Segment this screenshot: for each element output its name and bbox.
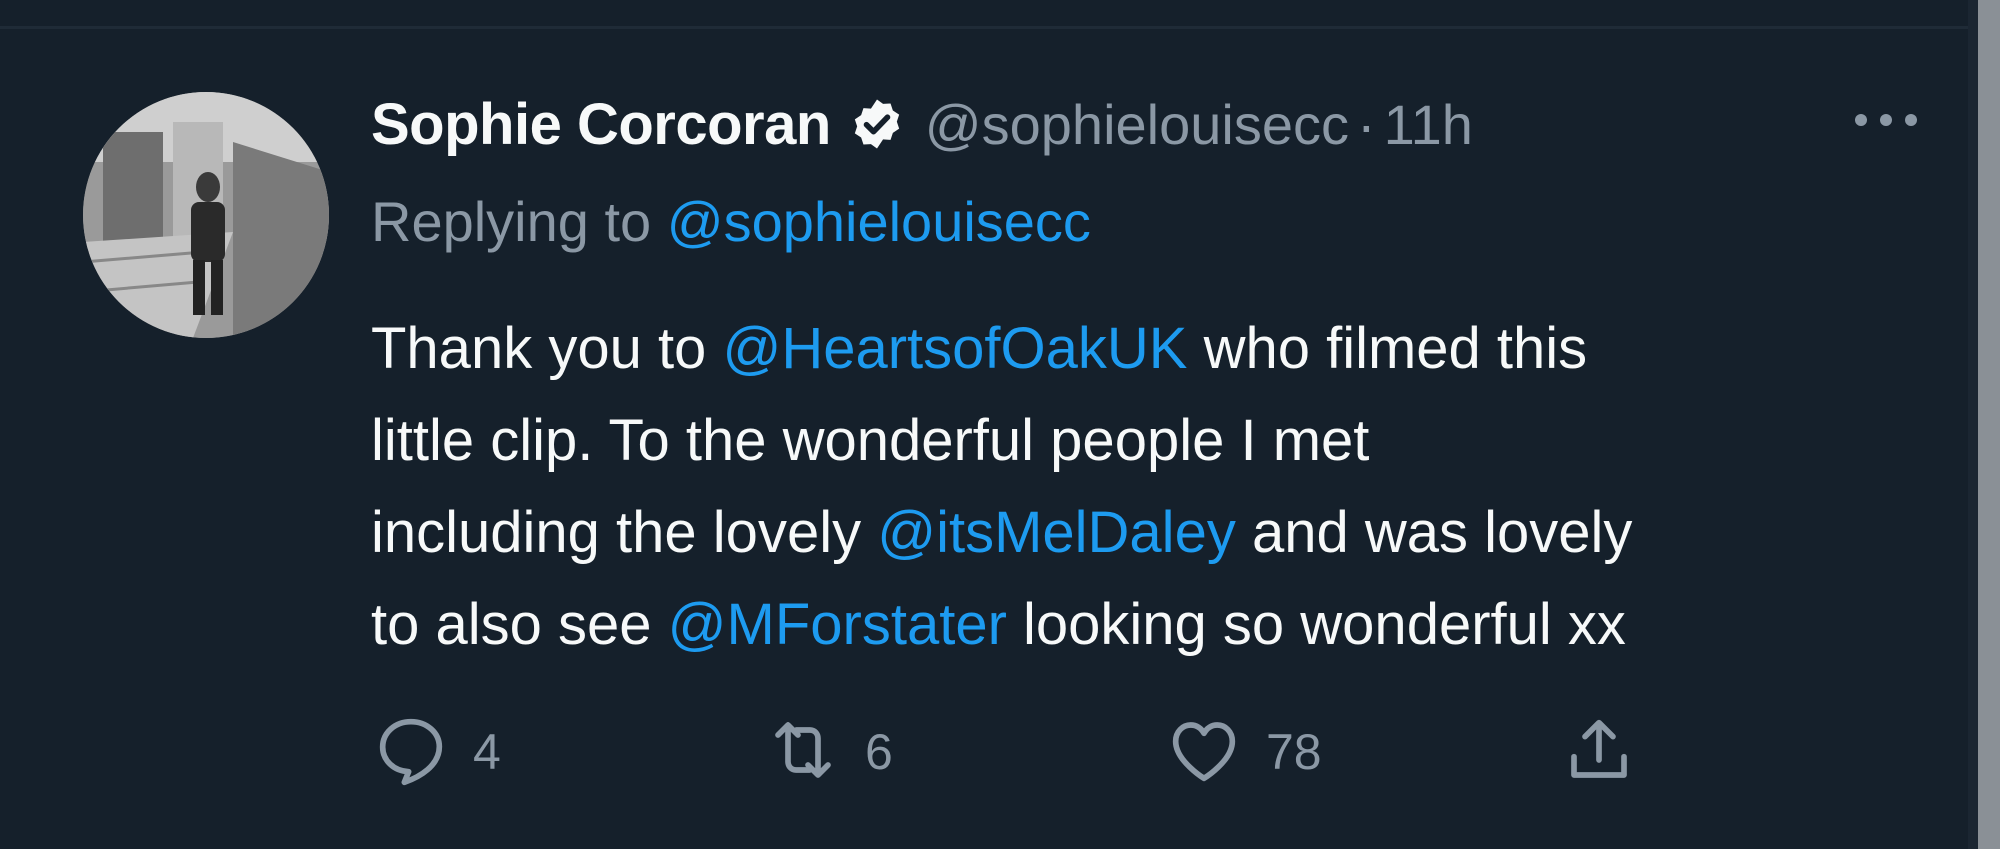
- tweet-text-line: Thank you to @HeartsofOakUK who filmed t…: [371, 303, 1931, 395]
- share-button[interactable]: [1559, 712, 1639, 792]
- like-button[interactable]: 78: [1164, 712, 1322, 792]
- text-segment: and was lovely: [1235, 500, 1633, 565]
- more-options-icon[interactable]: [1831, 85, 1941, 155]
- scrollbar[interactable]: [1978, 0, 2000, 849]
- tweet-header: Sophie Corcoran @sophielouisecc · 11h: [371, 89, 1473, 159]
- author-name[interactable]: Sophie Corcoran: [371, 91, 831, 158]
- scroll-track: [1968, 0, 1978, 849]
- text-segment: including the lovely: [371, 500, 878, 565]
- tweet-actions: 4 6 78: [371, 712, 1671, 792]
- text-segment: to also see: [371, 592, 668, 657]
- reply-button[interactable]: 4: [371, 712, 501, 792]
- avatar-photo: [83, 92, 329, 338]
- separator-dot: ·: [1356, 92, 1376, 156]
- replying-prefix: Replying to: [371, 190, 652, 253]
- avatar[interactable]: [83, 92, 329, 338]
- verified-badge-icon: [849, 96, 905, 152]
- retweet-icon: [763, 710, 843, 795]
- tweet-text-line: to also see @MForstater looking so wonde…: [371, 579, 1931, 671]
- tweet-timestamp[interactable]: 11h: [1384, 92, 1473, 157]
- heart-icon: [1164, 710, 1244, 795]
- text-segment: Thank you to: [371, 316, 723, 381]
- reply-icon: [371, 710, 451, 795]
- reply-count: 4: [473, 724, 501, 780]
- retweet-button[interactable]: 6: [763, 712, 893, 792]
- tweet[interactable]: Sophie Corcoran @sophielouisecc · 11h Re…: [0, 29, 1968, 849]
- tweet-text-line: including the lovely @itsMelDaley and wa…: [371, 487, 1931, 579]
- retweet-count: 6: [865, 724, 893, 780]
- text-segment: looking so wonderful xx: [1006, 592, 1626, 657]
- mention-link[interactable]: @itsMelDaley: [877, 500, 1236, 565]
- tweet-text-line: little clip. To the wonderful people I m…: [371, 395, 1931, 487]
- tweet-text: Thank you to @HeartsofOakUK who filmed t…: [371, 303, 1931, 671]
- mention-link[interactable]: @HeartsofOakUK: [722, 316, 1187, 381]
- author-handle[interactable]: @sophielouisecc: [925, 92, 1349, 157]
- mention-link[interactable]: @MForstater: [668, 592, 1007, 657]
- replying-handle-link[interactable]: @sophielouisecc: [667, 190, 1091, 253]
- text-segment: little clip. To the wonderful people I m…: [371, 408, 1370, 473]
- text-segment: who filmed this: [1187, 316, 1588, 381]
- replying-to-line: Replying to @sophielouisecc: [371, 189, 1091, 254]
- share-icon: [1559, 710, 1639, 795]
- like-count: 78: [1266, 724, 1322, 780]
